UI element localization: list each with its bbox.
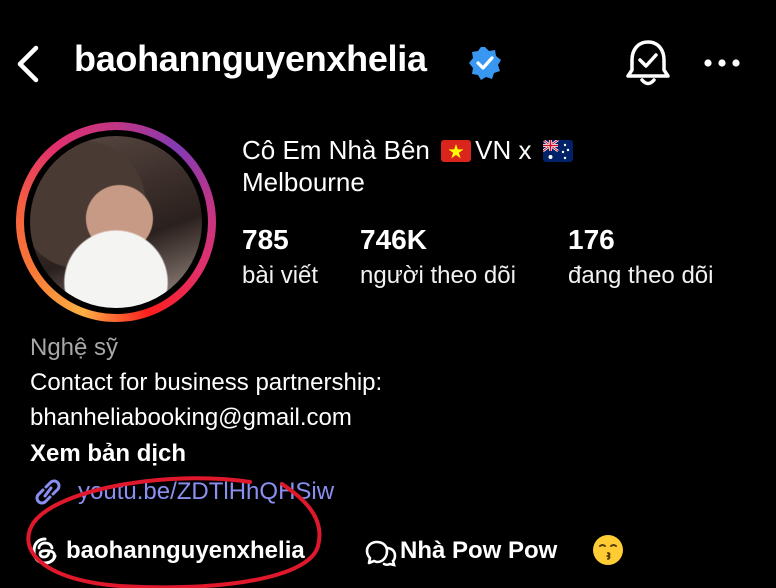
broadcast-channel-icon xyxy=(365,540,397,567)
profile-category: Nghệ sỹ xyxy=(30,334,119,361)
threads-icon[interactable] xyxy=(30,536,60,566)
followers-count[interactable]: 746K xyxy=(360,224,427,256)
verified-badge-icon xyxy=(469,47,501,80)
notification-bell-icon[interactable] xyxy=(624,38,672,88)
posts-count[interactable]: 785 xyxy=(242,224,289,256)
following-count[interactable]: 176 xyxy=(568,224,615,256)
avatar[interactable] xyxy=(30,136,202,308)
back-chevron-icon[interactable] xyxy=(14,44,42,84)
display-name-part1: Cô Em Nhà Bên xyxy=(242,135,430,165)
display-name-part2: VN x xyxy=(475,135,532,165)
see-translation-button[interactable]: Xem bản dịch xyxy=(30,440,186,468)
threads-handle[interactable]: baohannguyenxhelia xyxy=(66,537,305,565)
display-name: Cô Em Nhà Bên VN x Melbourne xyxy=(242,134,662,198)
profile-link[interactable]: youtu.be/ZDTlHhQHSiw xyxy=(78,478,334,506)
posts-label[interactable]: bài viết xyxy=(242,262,318,290)
following-label[interactable]: đang theo dõi xyxy=(568,262,713,290)
bio-text-line1: Contact for business partnership: xyxy=(30,369,383,396)
bio-email: bhanheliabooking@gmail.com xyxy=(30,404,352,431)
profile-username: baohannguyenxhelia xyxy=(74,38,427,79)
vietnam-flag-icon xyxy=(441,140,472,162)
kissing-face-icon xyxy=(593,535,623,565)
display-name-line2: Melbourne xyxy=(242,167,365,197)
followers-label[interactable]: người theo dõi xyxy=(360,262,516,290)
australia-flag-icon xyxy=(542,140,573,162)
more-options-icon[interactable] xyxy=(702,56,742,70)
broadcast-channel-name[interactable]: Nhà Pow Pow xyxy=(400,537,557,565)
link-icon xyxy=(35,479,61,505)
